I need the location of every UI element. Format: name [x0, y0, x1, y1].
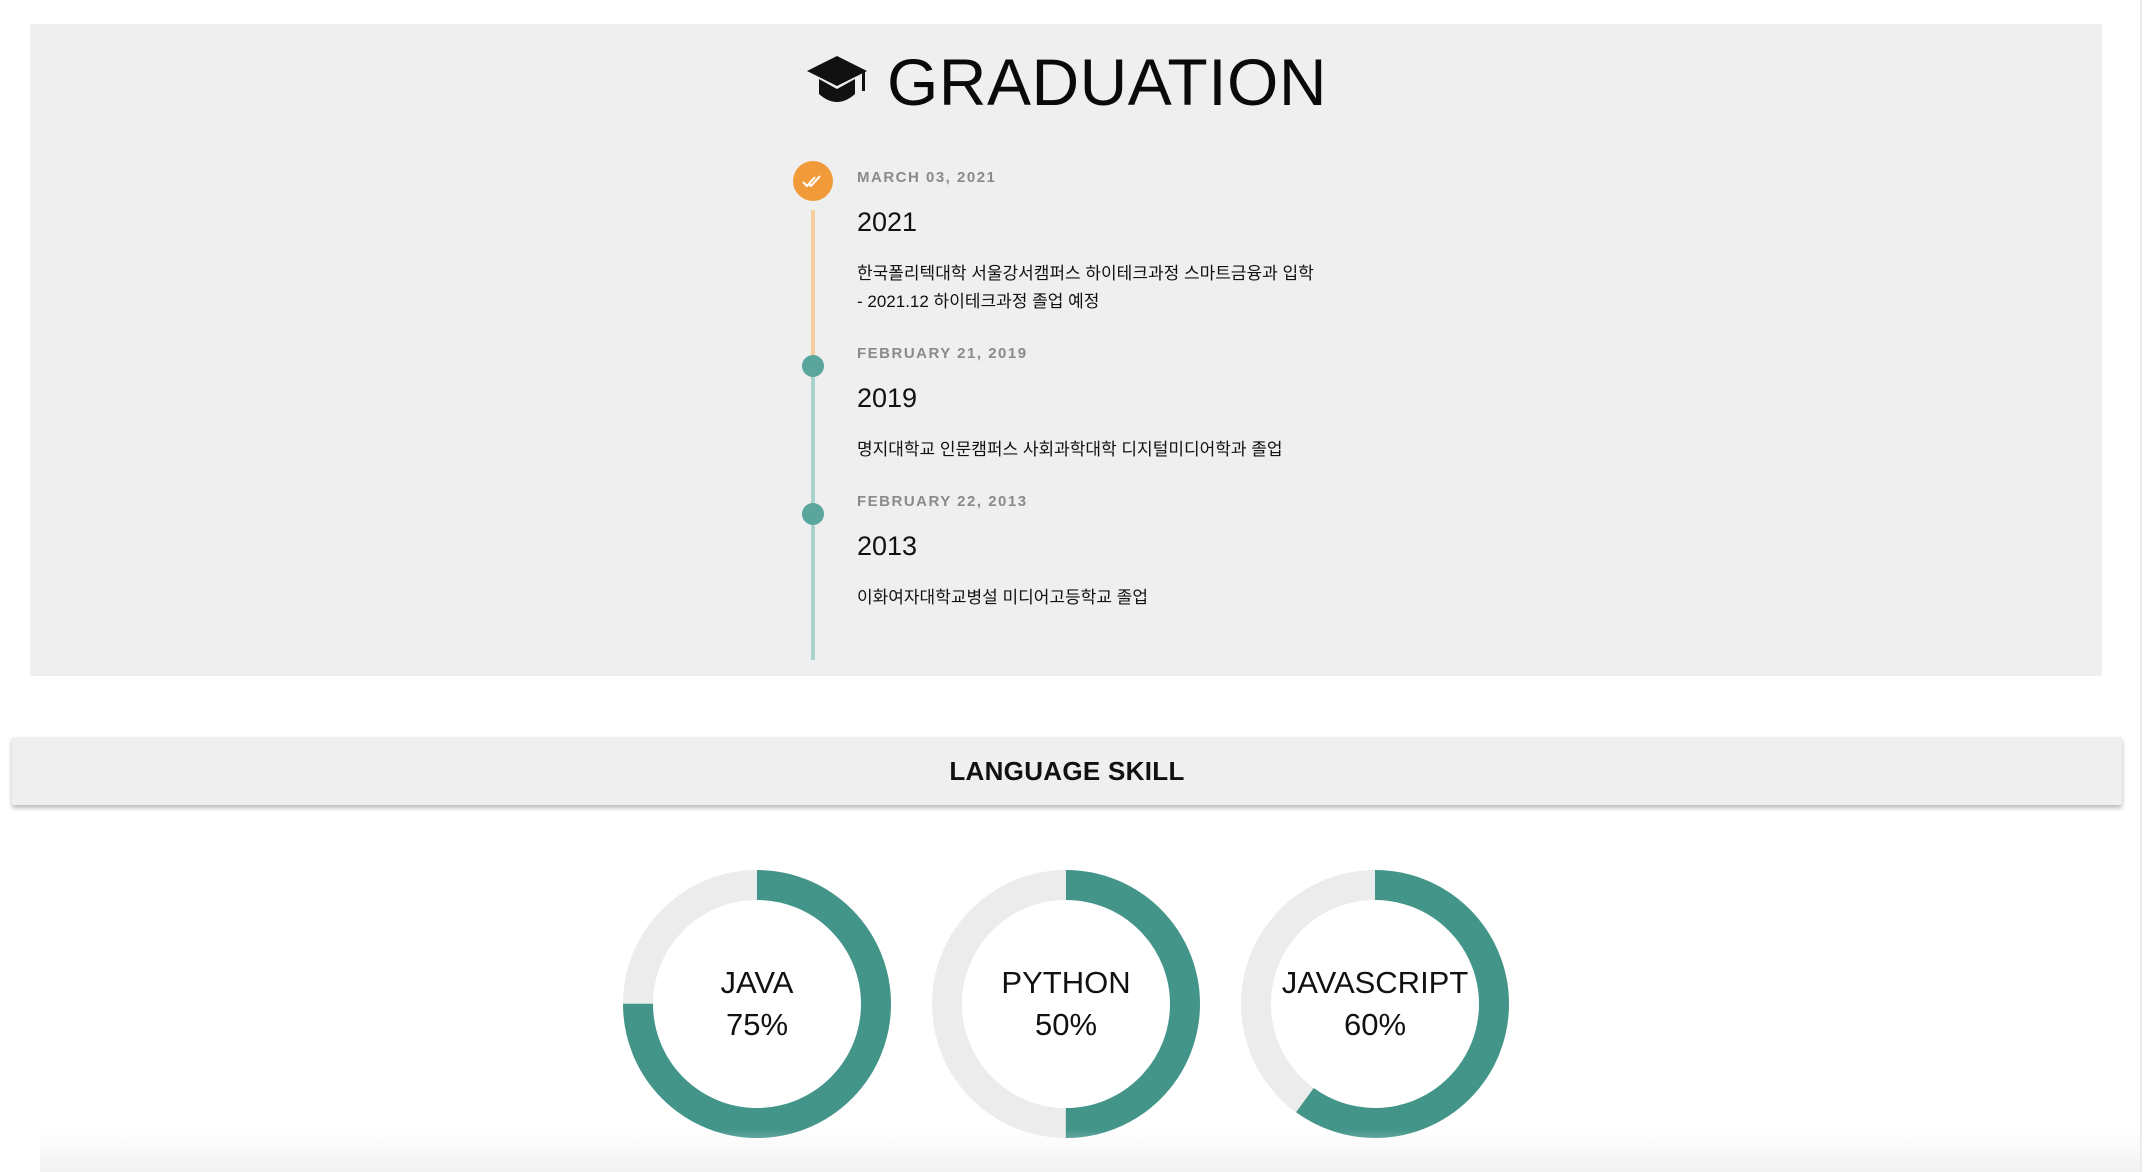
bottom-shadow — [40, 1130, 2140, 1172]
entry-description: 명지대학교 인문캠퍼스 사회과학대학 디지털미디어학과 졸업 — [857, 436, 1557, 464]
entry-description-line: 명지대학교 인문캠퍼스 사회과학대학 디지털미디어학과 졸업 — [857, 440, 1283, 459]
timeline-marker — [802, 503, 824, 525]
entry-date: MARCH 03, 2021 — [857, 169, 997, 186]
timeline-marker — [802, 355, 824, 377]
skill-name: JAVASCRIPT — [1281, 965, 1469, 1000]
timeline-entry: FEBRUARY 22, 2013 2013 이화여자대학교병설 미디어고등학교… — [857, 492, 1557, 612]
entry-description: 이화여자대학교병설 미디어고등학교 졸업 — [857, 584, 1557, 612]
skill-percent: 75% — [725, 1007, 789, 1042]
skill-donut-javascript: JAVASCRIPT 60% — [1241, 870, 1509, 1138]
timeline-line — [811, 524, 815, 660]
graduation-section: GRADUATION MARCH 03, 2021 2021 한국폴리텍대학 서… — [30, 24, 2102, 676]
skill-name: PYTHON — [1001, 965, 1131, 1000]
skill-donut-label: JAVASCRIPT 60% — [1241, 870, 1509, 1138]
skill-donut-label: JAVA 75% — [623, 870, 891, 1138]
timeline-entry: MARCH 03, 2021 2021 한국폴리텍대학 서울강서캠퍼스 하이테크… — [857, 168, 1557, 316]
entry-date: FEBRUARY 22, 2013 — [857, 493, 1028, 510]
timeline-entry: FEBRUARY 21, 2019 2019 명지대학교 인문캠퍼스 사회과학대… — [857, 344, 1557, 464]
timeline-marker-current — [793, 161, 833, 201]
graduation-timeline: MARCH 03, 2021 2021 한국폴리텍대학 서울강서캠퍼스 하이테크… — [30, 24, 2102, 676]
timeline-line — [811, 210, 815, 366]
timeline-line — [811, 376, 815, 516]
check-icon — [802, 175, 821, 188]
page-edge — [2140, 0, 2142, 1172]
skill-donut-java: JAVA 75% — [623, 870, 891, 1138]
entry-date: FEBRUARY 21, 2019 — [857, 345, 1028, 362]
skill-donut-label: PYTHON 50% — [932, 870, 1200, 1138]
skill-name: JAVA — [720, 965, 794, 1000]
entry-description-line: - 2021.12 하이테크과정 졸업 예정 — [857, 292, 1100, 311]
language-skill-title: LANGUAGE SKILL — [949, 755, 1185, 786]
skill-donut-python: PYTHON 50% — [932, 870, 1200, 1138]
language-skill-header: LANGUAGE SKILL — [12, 737, 2122, 805]
entry-year: 2021 — [857, 207, 918, 237]
skill-percent: 50% — [1034, 1007, 1098, 1042]
skill-percent: 60% — [1343, 1007, 1407, 1042]
entry-description: 한국폴리텍대학 서울강서캠퍼스 하이테크과정 스마트금융과 입학 - 2021.… — [857, 260, 1557, 316]
entry-description-line: 이화여자대학교병설 미디어고등학교 졸업 — [857, 588, 1148, 607]
entry-year: 2013 — [857, 531, 918, 561]
entry-description-line: 한국폴리텍대학 서울강서캠퍼스 하이테크과정 스마트금융과 입학 — [857, 264, 1314, 283]
entry-year: 2019 — [857, 383, 918, 413]
